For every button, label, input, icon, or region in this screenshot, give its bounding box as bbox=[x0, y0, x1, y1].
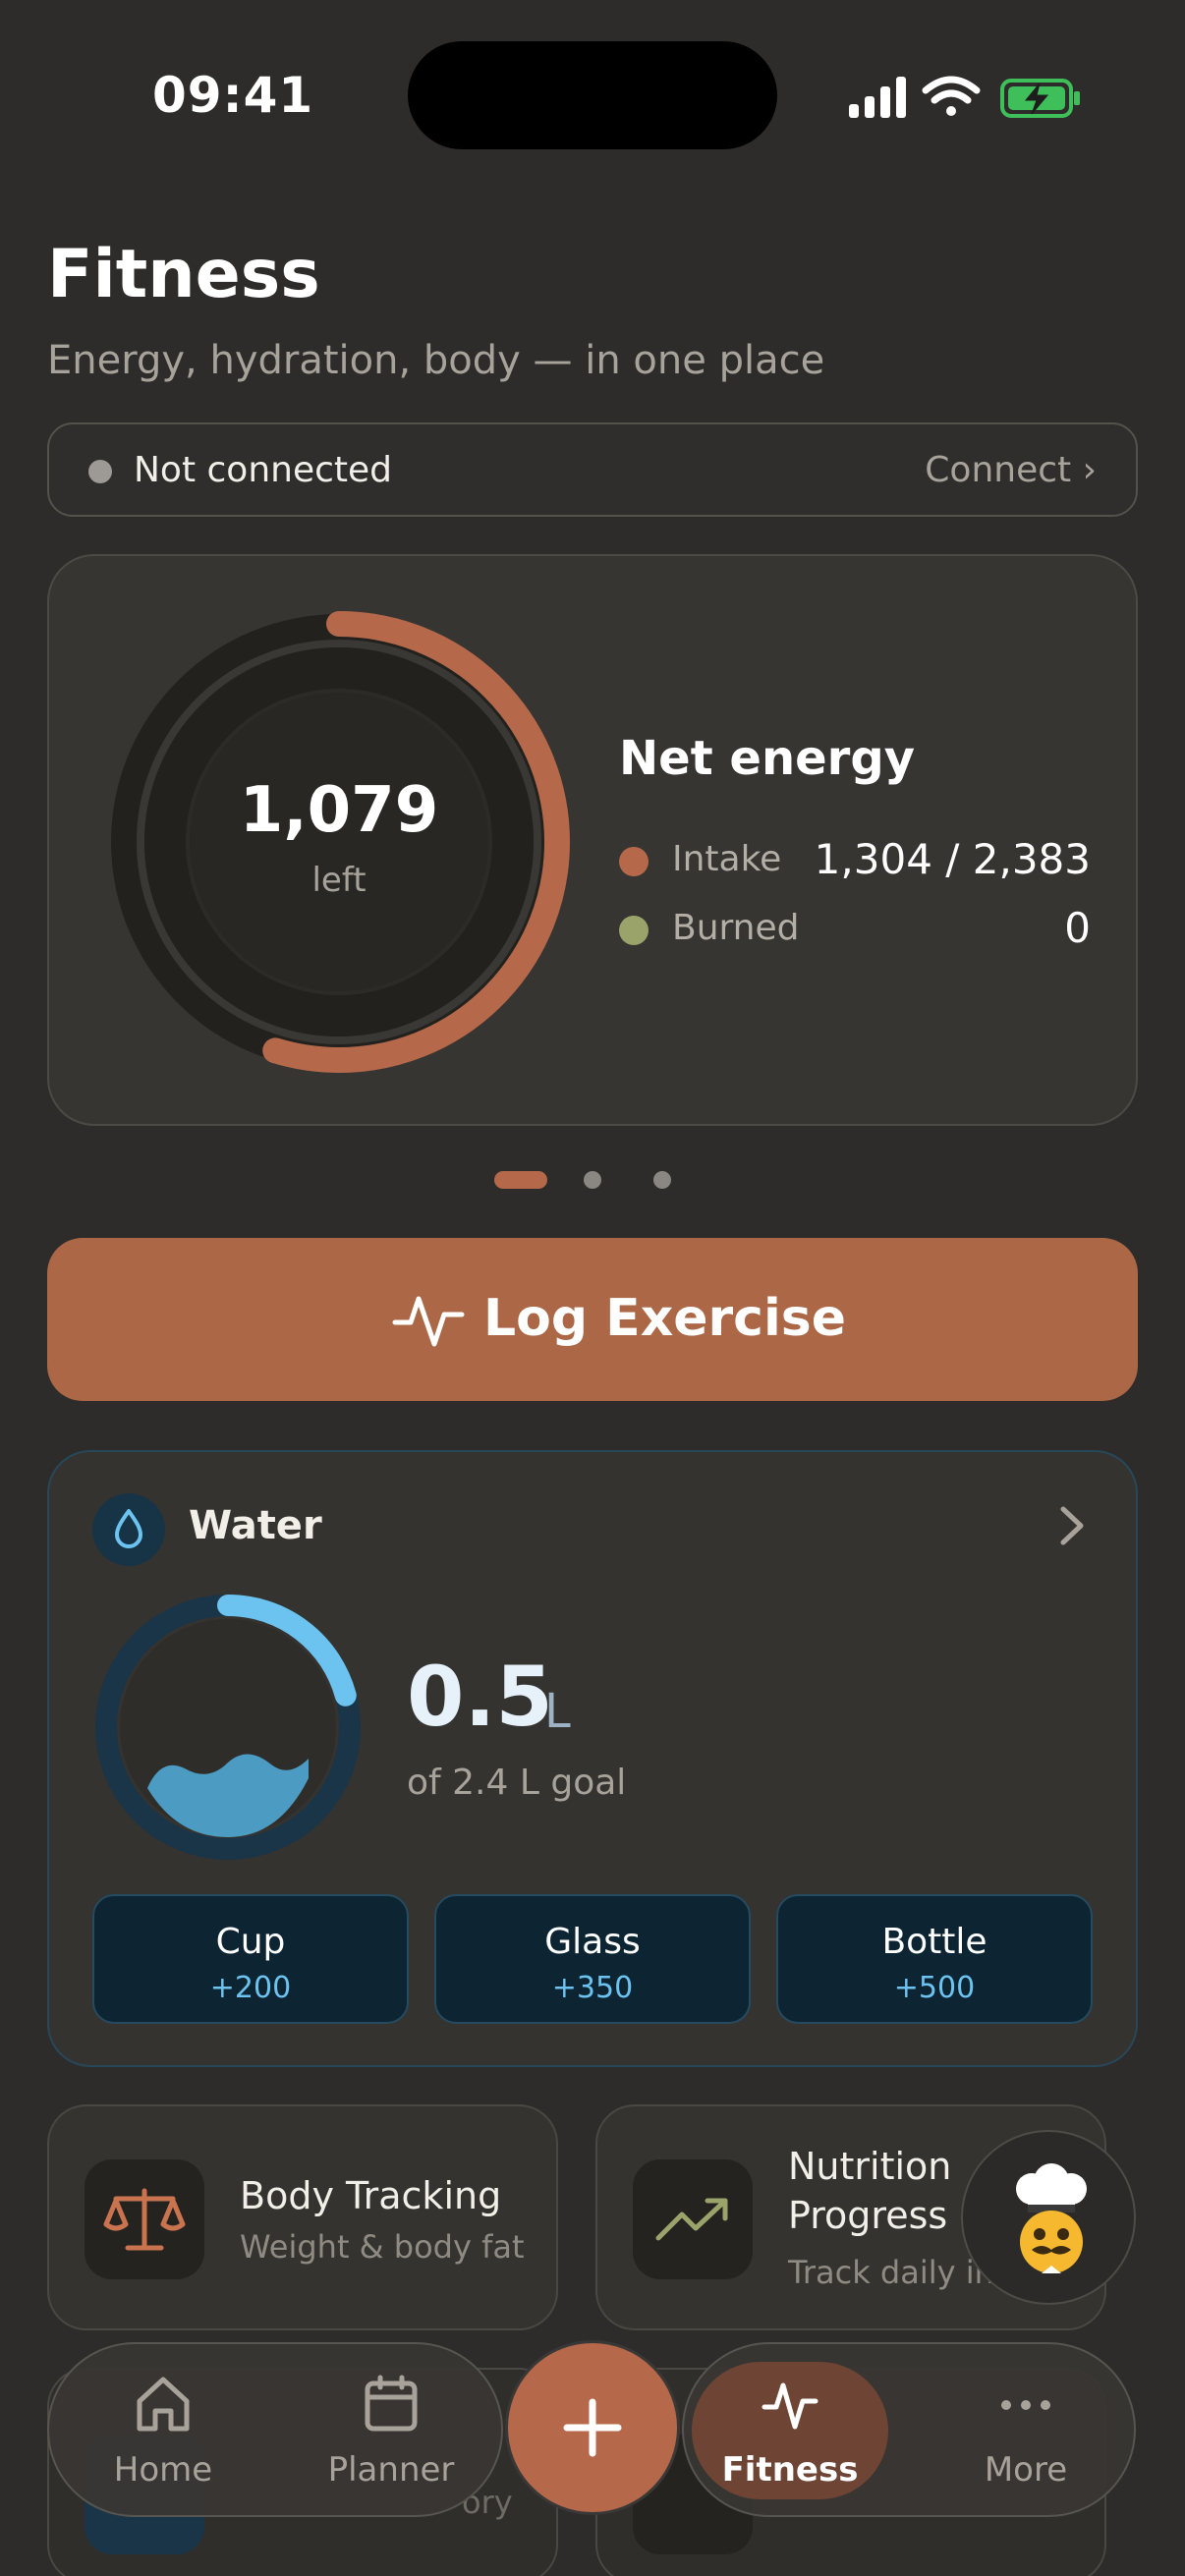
cup-amount: +200 bbox=[209, 1971, 292, 2005]
energy-remaining-label: left bbox=[311, 861, 367, 900]
tab-home[interactable]: Home bbox=[65, 2362, 261, 2499]
legend-intake: Intake 1,304 / 2,383 bbox=[619, 835, 1091, 884]
carousel-pager[interactable] bbox=[491, 1171, 688, 1191]
water-unit: L bbox=[544, 1684, 571, 1739]
connection-status-dot bbox=[88, 460, 112, 483]
bottle-label: Bottle bbox=[881, 1922, 988, 1962]
glass-amount: +350 bbox=[551, 1971, 634, 2005]
dynamic-island bbox=[408, 41, 777, 149]
bottle-amount: +500 bbox=[893, 1971, 976, 2005]
tab-bar-left: Home Planner bbox=[47, 2342, 503, 2517]
burned-dot bbox=[619, 916, 649, 945]
tab-home-label: Home bbox=[113, 2450, 213, 2490]
water-goal: of 2.4 L goal bbox=[407, 1763, 627, 1803]
nutrition-title-line1: Nutrition bbox=[788, 2145, 952, 2188]
chevron-right-icon[interactable] bbox=[1057, 1501, 1087, 1550]
net-energy-card[interactable]: 1,079 left Net energy Intake 1,304 / 2,3… bbox=[47, 554, 1138, 1126]
water-title: Water bbox=[189, 1503, 322, 1548]
status-time: 09:41 bbox=[152, 67, 314, 124]
activity-icon bbox=[392, 1296, 465, 1347]
chef-assistant-button[interactable] bbox=[961, 2130, 1136, 2305]
log-exercise-label: Log Exercise bbox=[483, 1289, 847, 1348]
add-bottle-button[interactable]: Bottle +500 bbox=[776, 1894, 1093, 2024]
status-icons bbox=[849, 76, 1080, 118]
battery-charging-icon bbox=[1000, 79, 1080, 118]
tab-more[interactable]: More bbox=[928, 2362, 1124, 2499]
activity-icon bbox=[762, 2382, 818, 2430]
cup-label: Cup bbox=[215, 1922, 286, 1962]
water-icon-badge bbox=[92, 1493, 165, 1566]
chef-mascot-icon bbox=[1016, 2163, 1087, 2273]
intake-dot bbox=[619, 847, 649, 876]
calendar-icon bbox=[365, 2375, 418, 2432]
water-amount: 0.5 bbox=[407, 1649, 553, 1745]
body-tracking-title: Body Tracking bbox=[240, 2174, 502, 2217]
status-bar: 09:41 bbox=[0, 0, 1185, 149]
trending-up-icon bbox=[655, 2198, 728, 2241]
add-fab-button[interactable] bbox=[505, 2340, 680, 2515]
burned-label: Burned bbox=[672, 908, 800, 948]
body-tracking-tile[interactable]: Body Tracking Weight & body fat bbox=[47, 2104, 558, 2330]
connection-status-bar[interactable]: Not connected Connect › bbox=[47, 422, 1138, 517]
tab-more-label: More bbox=[984, 2450, 1068, 2490]
body-tracking-subtitle: Weight & body fat bbox=[240, 2228, 525, 2266]
page-title: Fitness bbox=[47, 236, 320, 313]
add-glass-button[interactable]: Glass +350 bbox=[434, 1894, 751, 2024]
more-icon bbox=[1001, 2400, 1050, 2410]
add-cup-button[interactable]: Cup +200 bbox=[92, 1894, 409, 2024]
connect-link[interactable]: Connect › bbox=[925, 450, 1097, 490]
intake-value: 1,304 / 2,383 bbox=[814, 835, 1091, 883]
pager-dot-2[interactable] bbox=[584, 1171, 601, 1189]
energy-remaining-value: 1,079 bbox=[239, 774, 439, 847]
intake-label: Intake bbox=[672, 839, 782, 879]
water-card[interactable]: Water 0.5 L of 2.4 L goal Cup +200 Glass… bbox=[47, 1450, 1138, 2067]
body-tracking-icon-badge bbox=[85, 2159, 204, 2279]
pager-dot-3[interactable] bbox=[653, 1171, 671, 1189]
tab-planner[interactable]: Planner bbox=[293, 2362, 489, 2499]
nutrition-icon-badge bbox=[633, 2159, 753, 2279]
scale-icon bbox=[103, 2188, 186, 2251]
tab-fitness-label: Fitness bbox=[721, 2450, 859, 2490]
tab-bar-right: Fitness More bbox=[682, 2342, 1136, 2517]
glass-label: Glass bbox=[544, 1922, 641, 1962]
nutrition-title-line2: Progress bbox=[788, 2194, 948, 2237]
burned-value: 0 bbox=[1064, 904, 1091, 952]
pager-dot-1[interactable] bbox=[494, 1171, 547, 1189]
tab-planner-label: Planner bbox=[327, 2450, 455, 2490]
wifi-icon bbox=[922, 76, 981, 116]
connection-status-text: Not connected bbox=[134, 450, 393, 490]
log-exercise-button[interactable]: Log Exercise bbox=[47, 1238, 1138, 1401]
page-subtitle: Energy, hydration, body — in one place bbox=[47, 338, 825, 383]
water-drop-icon bbox=[115, 1509, 142, 1548]
plus-icon bbox=[563, 2398, 622, 2457]
net-energy-title: Net energy bbox=[619, 731, 915, 786]
home-icon bbox=[137, 2377, 190, 2432]
tab-fitness[interactable]: Fitness bbox=[692, 2362, 888, 2499]
water-progress-ring bbox=[95, 1595, 361, 1860]
legend-burned: Burned 0 bbox=[619, 904, 1091, 953]
signal-icon bbox=[849, 77, 906, 118]
